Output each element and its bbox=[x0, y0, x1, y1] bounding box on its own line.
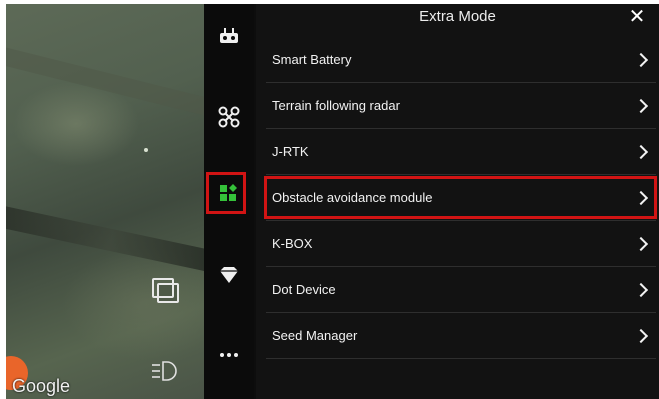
menu-item-j-rtk[interactable]: J-RTK bbox=[266, 129, 656, 175]
more-icon bbox=[218, 344, 240, 371]
menu-item-seed-manager[interactable]: Seed Manager bbox=[266, 313, 656, 359]
panel-title: Extra Mode bbox=[419, 8, 496, 25]
nav-item-extra-mode[interactable] bbox=[204, 172, 254, 218]
terrain-detail bbox=[6, 205, 226, 275]
extra-mode-panel: Extra Mode ✕ Smart Battery Terrain follo… bbox=[256, 4, 659, 399]
map-marker bbox=[144, 148, 148, 152]
drone-icon bbox=[218, 106, 240, 133]
menu-item-label: J-RTK bbox=[272, 144, 309, 159]
menu-item-label: Dot Device bbox=[272, 282, 336, 297]
remote-controller-icon bbox=[218, 26, 240, 53]
nav-item-drone[interactable] bbox=[204, 96, 254, 142]
menu-item-label: Seed Manager bbox=[272, 328, 358, 343]
google-attribution: Google bbox=[12, 376, 71, 396]
extra-mode-icon bbox=[218, 182, 240, 209]
terrain-detail bbox=[6, 46, 225, 120]
chevron-right-icon bbox=[633, 52, 649, 67]
chevron-right-icon bbox=[633, 144, 649, 159]
chevron-right-icon bbox=[633, 236, 649, 251]
nav-item-remote-controller[interactable] bbox=[204, 16, 254, 62]
menu-item-k-box[interactable]: K-BOX bbox=[266, 221, 656, 267]
menu-item-label: Terrain following radar bbox=[272, 98, 400, 113]
chevron-right-icon bbox=[633, 190, 649, 205]
menu-item-smart-battery[interactable]: Smart Battery bbox=[266, 37, 656, 83]
chevron-right-icon bbox=[633, 98, 649, 113]
menu-list: Smart Battery Terrain following radar J-… bbox=[264, 37, 657, 359]
menu-item-label: Smart Battery bbox=[272, 52, 352, 67]
diamond-icon bbox=[218, 264, 240, 291]
map-view[interactable]: Google bbox=[6, 4, 226, 399]
chevron-right-icon bbox=[633, 282, 649, 297]
headlight-icon[interactable] bbox=[148, 360, 182, 382]
menu-item-terrain-radar[interactable]: Terrain following radar bbox=[266, 83, 656, 129]
menu-item-dot-device[interactable]: Dot Device bbox=[266, 267, 656, 313]
app-frame: Google Extra Mode ✕ Smart Battery Terrai… bbox=[6, 4, 659, 399]
nav-rail bbox=[204, 4, 254, 399]
chevron-right-icon bbox=[633, 328, 649, 343]
menu-item-obstacle-avoidance[interactable]: Obstacle avoidance module bbox=[264, 175, 657, 221]
menu-item-label: K-BOX bbox=[272, 236, 313, 251]
close-icon: ✕ bbox=[628, 6, 646, 28]
menu-item-label: Obstacle avoidance module bbox=[272, 190, 433, 205]
nav-item-more[interactable] bbox=[204, 334, 254, 380]
close-button[interactable]: ✕ bbox=[627, 6, 647, 28]
layers-icon[interactable] bbox=[148, 276, 180, 304]
nav-item-diamond[interactable] bbox=[204, 254, 254, 300]
